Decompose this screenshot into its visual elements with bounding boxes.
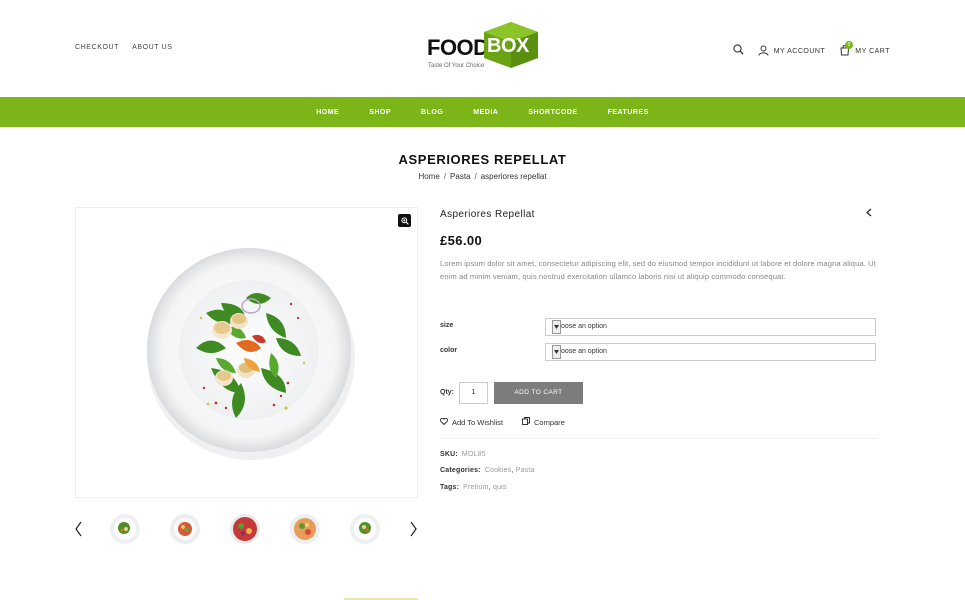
dropdown-arrow-icon	[552, 320, 561, 334]
thumbnail-4[interactable]	[289, 513, 321, 545]
sku-label: SKU:	[440, 451, 458, 458]
chevron-left-icon[interactable]	[866, 208, 872, 220]
top-links: CHECKOUT ABOUT US	[75, 44, 173, 51]
zoom-button[interactable]	[398, 214, 411, 227]
compare-label: Compare	[534, 417, 565, 427]
product-thumbnails	[75, 513, 420, 547]
search-icon[interactable]	[733, 42, 744, 60]
thumbnail-5[interactable]	[349, 513, 381, 545]
sku-value: MOL85	[461, 451, 486, 458]
quantity-input[interactable]: 1	[459, 382, 488, 404]
thumbnail-2[interactable]	[169, 513, 201, 545]
tag-link-pretium[interactable]: Pretium	[463, 484, 489, 491]
thumb-prev-arrow-icon[interactable]	[75, 521, 82, 542]
breadcrumb-pasta[interactable]: Pasta	[450, 172, 470, 181]
my-cart-link[interactable]: 0 MY CART	[839, 40, 890, 58]
thumbnail-3[interactable]	[229, 513, 261, 545]
add-to-cart-button[interactable]: ADD TO CART	[494, 382, 583, 404]
cart-icon-wrap: 0	[839, 40, 854, 58]
site-header: CHECKOUT ABOUT US FOOD BOX Taste Of Your…	[0, 0, 965, 97]
sku-row: SKU: MOL85	[440, 451, 486, 458]
nav-item-home[interactable]: HOME	[315, 109, 340, 116]
color-variation-row: color Choose an option	[440, 343, 877, 361]
size-label: size	[440, 322, 454, 329]
divider	[440, 438, 877, 439]
wishlist-label: Add To Wishlist	[452, 418, 504, 427]
breadcrumb-current: asperiores repellat	[480, 172, 547, 181]
product-name: Asperiores Repellat	[440, 209, 535, 220]
zoom-icon	[400, 216, 409, 225]
my-cart-label: MY CART	[855, 47, 890, 55]
logo-box-text: BOX	[487, 35, 529, 57]
tags-label: Tags:	[440, 484, 460, 491]
breadcrumb-separator: /	[474, 172, 477, 181]
compare-link[interactable]: Compare	[522, 417, 565, 427]
salad-plate-image	[147, 248, 355, 460]
header-actions: MY ACCOUNT 0 MY CART	[733, 40, 890, 60]
category-link-pasta[interactable]: Pasta	[516, 467, 535, 474]
breadcrumb-separator: /	[443, 172, 447, 181]
categories-label: Categories:	[440, 467, 481, 474]
size-variation-row: size Choose an option	[440, 318, 877, 336]
add-to-wishlist-link[interactable]: Add To Wishlist	[440, 417, 504, 427]
category-link-cookies[interactable]: Cookies	[485, 467, 512, 474]
nav-item-shop[interactable]: SHOP	[368, 109, 392, 116]
qty-label: Qty:	[440, 389, 454, 396]
product-price: £56.00	[440, 233, 483, 248]
site-logo[interactable]: FOOD BOX Taste Of Your Choice	[427, 22, 539, 72]
logo-tagline: Taste Of Your Choice	[428, 63, 485, 69]
my-account-link[interactable]: MY ACCOUNT	[758, 45, 826, 58]
size-select[interactable]: Choose an option	[545, 318, 876, 336]
breadcrumb: Home / Pasta / asperiores repellat	[0, 172, 965, 181]
tags-row: Tags: Pretium, quis	[440, 484, 507, 491]
compare-icon	[522, 417, 530, 427]
categories-row: Categories: Cookies, Pasta	[440, 467, 535, 474]
nav-item-shortcode[interactable]: SHORTCODE	[527, 109, 578, 116]
color-label: color	[440, 347, 458, 354]
about-us-link[interactable]: ABOUT US	[132, 44, 172, 51]
cart-count-badge: 0	[845, 40, 854, 49]
checkout-link[interactable]: CHECKOUT	[75, 44, 119, 51]
my-account-label: MY ACCOUNT	[773, 47, 826, 55]
breadcrumb-home[interactable]: Home	[418, 172, 439, 181]
product-main-image[interactable]	[75, 207, 418, 498]
page-title: ASPERIORES REPELLAT	[398, 152, 567, 167]
product-description: Lorem ipsum dolor sit amet, consectetur …	[440, 259, 876, 281]
thumbnail-1[interactable]	[109, 513, 141, 545]
nav-item-media[interactable]: MEDIA	[472, 109, 499, 116]
nav-item-features[interactable]: FEATURES	[607, 109, 650, 116]
main-nav: HOME SHOP BLOG MEDIA SHORTCODE FEATURES	[0, 97, 965, 127]
heart-icon	[440, 417, 448, 427]
dropdown-arrow-icon	[552, 345, 561, 359]
nav-item-blog[interactable]: BLOG	[420, 109, 444, 116]
color-select[interactable]: Choose an option	[545, 343, 876, 361]
user-icon	[758, 45, 769, 58]
tag-link-quis[interactable]: quis	[493, 484, 507, 491]
thumb-next-arrow-icon[interactable]	[410, 521, 417, 542]
logo-food-text: FOOD	[427, 35, 489, 60]
